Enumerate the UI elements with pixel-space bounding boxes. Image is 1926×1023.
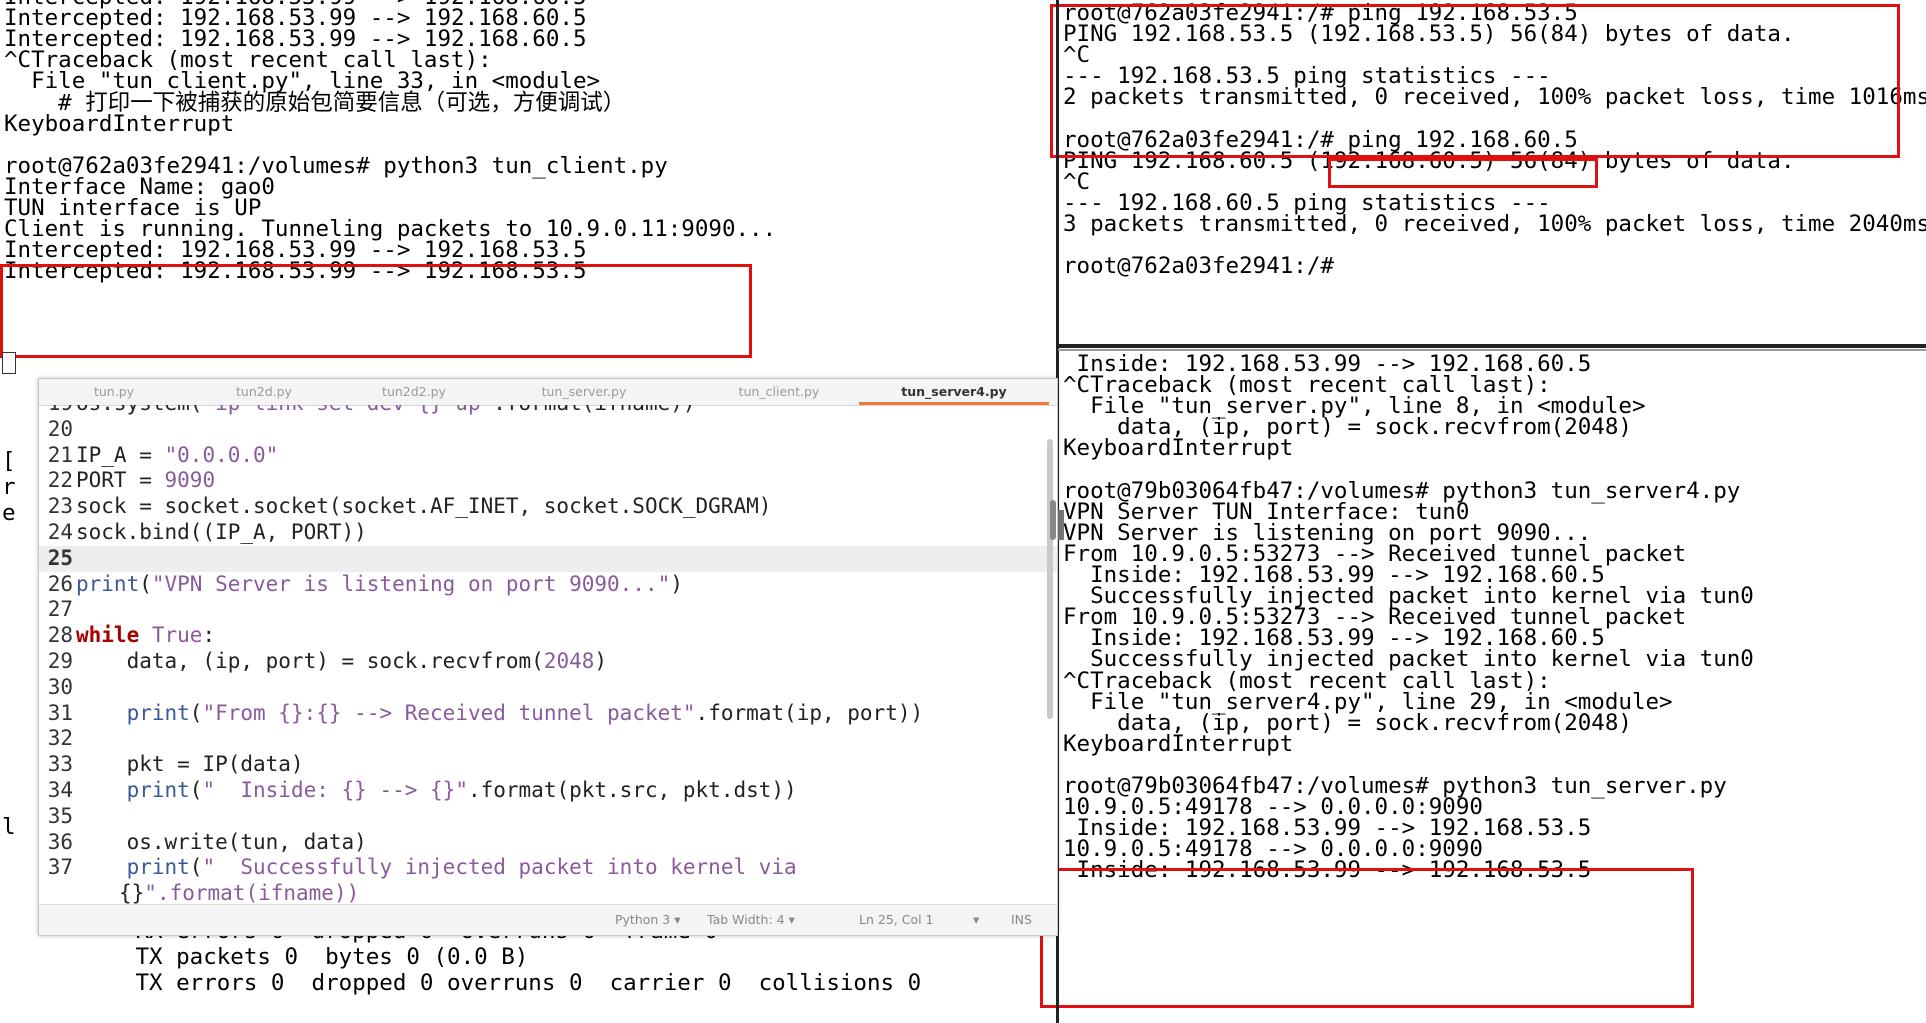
cursor-position: Ln 25, Col 1	[859, 912, 934, 927]
code-line: 24 sock.bind((IP_A, PORT))	[39, 520, 1057, 546]
code-line: 28 while True:	[39, 623, 1057, 649]
code-line: 31 print("From {}:{} --> Received tunnel…	[39, 701, 1057, 727]
terminal-line: l	[2, 814, 16, 840]
code-line: 36 os.write(tun, data)	[39, 830, 1057, 856]
code-line: 33 pkt = IP(data)	[39, 752, 1057, 778]
tab-tun-server4-py[interactable]: tun_server4.py	[859, 379, 1049, 405]
code-line: 37 print(" Successfully injected packet …	[39, 855, 1057, 881]
line-number: 23	[47, 494, 73, 519]
terminal-line: Inside: 192.168.53.99 --> 192.168.53.5	[1063, 857, 1592, 884]
line-number: 25	[47, 545, 73, 570]
terminal-line: [	[2, 448, 16, 474]
tab-tun-server-py[interactable]: tun_server.py	[489, 379, 679, 405]
editor-scrollbar[interactable]	[1047, 439, 1053, 719]
code-area[interactable]: 19os.system("ip link set dev {} up".form…	[39, 405, 1057, 907]
code-line: 23 sock = socket.socket(socket.AF_INET, s…	[39, 494, 1057, 520]
insert-mode[interactable]: INS	[1011, 912, 1032, 927]
line-number: 28	[47, 623, 73, 648]
terminal-line: TX packets 0 bytes 0 (0.0 B)	[0, 944, 529, 970]
line-number: 21	[47, 442, 73, 467]
left-scroll-indicator[interactable]	[1050, 500, 1056, 540]
terminal-line: 3 packets transmitted, 0 received, 100% …	[1063, 211, 1926, 237]
code-text: pkt = IP(data)	[76, 752, 304, 777]
editor-tab-bar: tun.py tun2d.py tun2d2.py tun_server.py …	[39, 379, 1057, 406]
terminal-cursor	[2, 352, 16, 374]
client-terminal[interactable]: Intercepted: 192.168.53.99 --> 192.168.6…	[0, 0, 1058, 387]
code-text: PORT = 9090	[76, 468, 216, 493]
line-number: 24	[47, 519, 73, 544]
code-text: print(" Successfully injected packet int…	[126, 855, 797, 880]
code-line: 30	[39, 675, 1057, 701]
editor-statusbar: Python 3 ▾ Tab Width: 4 ▾ Ln 25, Col 1 ▾…	[39, 904, 1057, 935]
code-text: sock = socket.socket(socket.AF_INET, soc…	[76, 494, 772, 519]
ping-terminal[interactable]: root@762a03fe2941:/# ping 192.168.53.5 PI…	[1058, 0, 1926, 340]
tab-tun2d2-py[interactable]: tun2d2.py	[339, 379, 489, 405]
line-number: 34	[47, 777, 73, 802]
line-number: 19	[41, 405, 73, 417]
line-number: 36	[47, 829, 73, 854]
terminal-line: PING 192.168.60.5 (192.168.60.5) 56(84) …	[1063, 147, 1795, 174]
language-selector[interactable]: Python 3 ▾	[615, 912, 681, 927]
code-line: 29 data, (ip, port) = sock.recvfrom(2048…	[39, 649, 1057, 675]
terminal-line: PING 192.168.53.5 (192.168.53.5) 56(84) …	[1063, 21, 1795, 48]
terminal-line: KeyboardInterrupt	[1063, 435, 1294, 462]
terminal-line: root@762a03fe2941:/#	[1063, 253, 1334, 280]
tab-width-selector[interactable]: Tab Width: 4 ▾	[707, 912, 795, 927]
code-text: print("VPN Server is listening on port 9…	[76, 571, 683, 596]
code-line: 27	[39, 597, 1057, 623]
server-terminal-scrollbar[interactable]	[1058, 510, 1064, 540]
code-text: data, (ip, port) = sock.recvfrom(2048)	[76, 648, 608, 673]
line-number: 32	[47, 726, 73, 751]
code-line: 25	[39, 545, 1057, 572]
code-text: sock.bind((IP_A, PORT))	[76, 519, 367, 544]
code-text: os.system("ip link set dev {} up".format…	[76, 405, 696, 417]
horizontal-divider-shadow	[1058, 349, 1926, 351]
line-number: 37	[47, 855, 73, 880]
tab-tun-client-py[interactable]: tun_client.py	[679, 379, 879, 405]
line-number: 20	[47, 416, 73, 441]
code-line: 20	[39, 417, 1057, 443]
code-text: print(" Inside: {} --> {}".format(pkt.sr…	[126, 777, 797, 802]
text-editor-window[interactable]: tun.py tun2d.py tun2d2.py tun_server.py …	[38, 378, 1058, 936]
code-line: 34 print(" Inside: {} --> {}".format(pkt…	[39, 778, 1057, 804]
horizontal-divider	[1058, 344, 1926, 348]
server-terminal[interactable]: Inside: 192.168.53.99 --> 192.168.60.5 ^C…	[1058, 354, 1926, 1023]
code-text: os.write(tun, data)	[76, 829, 367, 854]
code-text: print("From {}:{} --> Received tunnel pa…	[126, 700, 924, 725]
line-number: 22	[47, 468, 73, 493]
code-line: 26 print("VPN Server is listening on port…	[39, 572, 1057, 598]
code-line: 35	[39, 804, 1057, 830]
code-line: 21 IP_A = "0.0.0.0"	[39, 443, 1057, 469]
code-line: 19os.system("ip link set dev {} up".form…	[39, 405, 1057, 417]
terminal-line: Intercepted: 192.168.53.99 --> 192.168.5…	[4, 258, 587, 285]
line-number: 31	[47, 700, 73, 725]
terminal-line: e	[2, 500, 16, 526]
line-number: 35	[47, 803, 73, 828]
terminal-line: 2 packets transmitted, 0 received, 100% …	[1063, 84, 1926, 111]
line-number: 30	[47, 674, 73, 699]
terminal-line: KeyboardInterrupt	[4, 110, 235, 137]
line-number: 26	[47, 571, 73, 596]
code-line: 32	[39, 726, 1057, 752]
line-number: 29	[47, 648, 73, 673]
code-line: 22 PORT = 9090	[39, 468, 1057, 494]
terminal-line: r	[2, 474, 16, 500]
tab-tun2d-py[interactable]: tun2d.py	[189, 379, 339, 405]
line-number: 27	[47, 597, 73, 622]
terminal-line: KeyboardInterrupt	[1063, 730, 1294, 757]
terminal-line: TX errors 0 dropped 0 overruns 0 carrier…	[0, 970, 922, 996]
code-text: while True:	[76, 623, 216, 648]
tab-tun-py[interactable]: tun.py	[39, 379, 189, 405]
line-number: 33	[47, 752, 73, 777]
code-text: IP_A = "0.0.0.0"	[76, 442, 279, 467]
position-dropdown-icon[interactable]: ▾	[973, 912, 979, 927]
